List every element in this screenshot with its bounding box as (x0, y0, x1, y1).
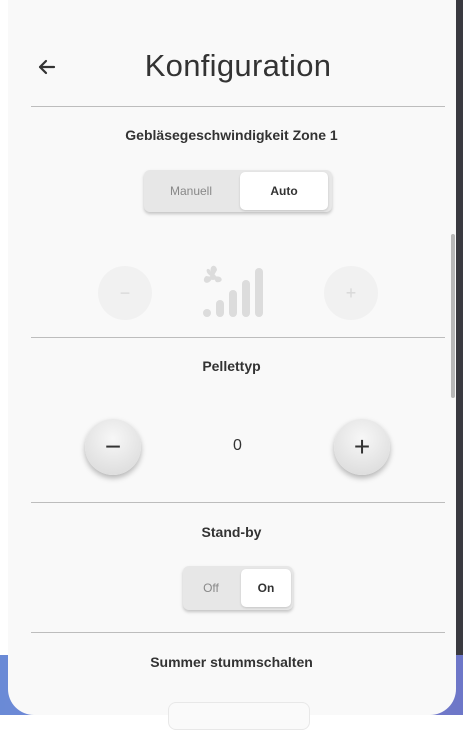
pellet-type-value: 0 (233, 437, 242, 454)
divider (31, 632, 445, 633)
divider (31, 106, 445, 107)
pellet-type-title: Pellettyp (202, 358, 261, 374)
standby-toggle[interactable]: Off On (183, 566, 293, 610)
fan-increase-button[interactable]: + (324, 266, 378, 320)
divider (31, 502, 445, 503)
buzzer-mute-title: Summer stummschalten (150, 654, 313, 670)
fan-speed-title: Gebläsegeschwindigkeit Zone 1 (125, 127, 338, 143)
fan-mode-toggle[interactable]: Manuell Auto (144, 170, 332, 212)
page-title: Konfiguration (144, 48, 332, 83)
buzzer-mute-toggle[interactable] (168, 702, 310, 730)
minus-icon: − (119, 282, 131, 303)
fan-mode-manual-option[interactable]: Manuell (144, 170, 238, 212)
standby-title: Stand-by (201, 524, 262, 540)
fan-decrease-button[interactable]: − (98, 266, 152, 320)
plus-icon: + (345, 282, 357, 303)
fan-mode-auto-option[interactable]: Auto (240, 172, 328, 210)
standby-on-option[interactable]: On (241, 569, 291, 607)
pellet-increase-button[interactable]: + (334, 419, 390, 475)
standby-off-option[interactable]: Off (183, 566, 239, 610)
plus-icon: + (353, 431, 371, 462)
arrow-left-icon (38, 59, 56, 75)
fan-speed-icon (203, 265, 263, 317)
divider (31, 337, 445, 338)
